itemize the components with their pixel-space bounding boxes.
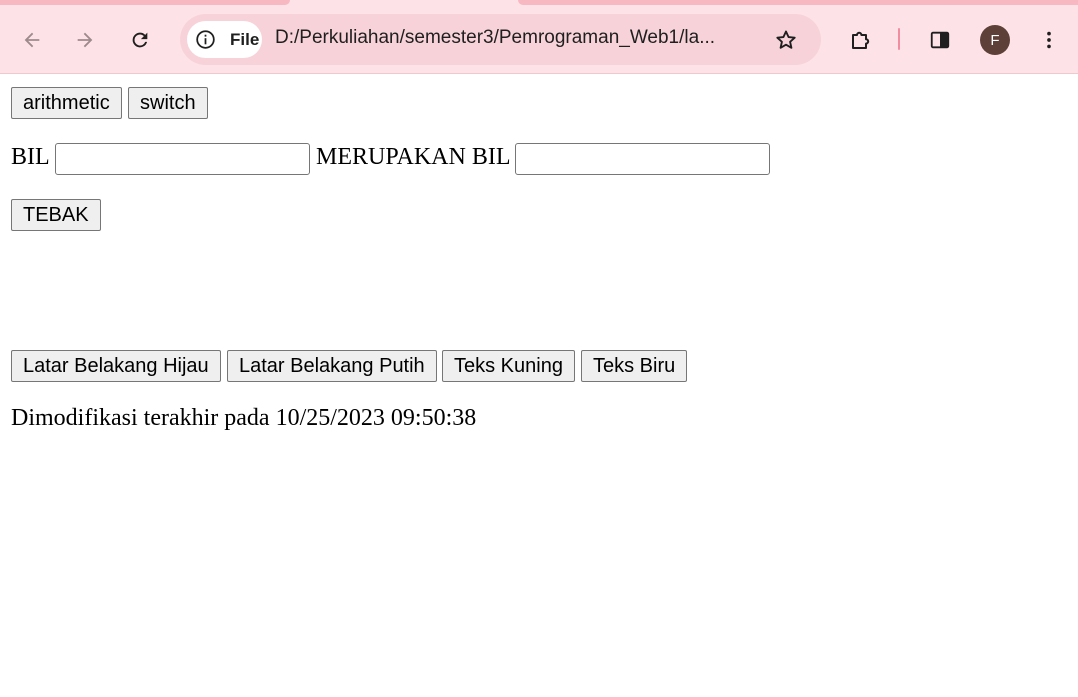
forward-button[interactable] [67,22,103,58]
blue-text-button[interactable]: Teks Biru [581,350,688,382]
tab-strip-right [518,0,1078,5]
side-panel-button[interactable] [922,22,958,58]
back-button[interactable] [14,22,50,58]
browser-toolbar: File D:/Perkuliahan/semester3/Pemrograma… [0,0,1078,74]
menu-button[interactable] [1031,22,1067,58]
info-icon [196,30,215,49]
file-chip-label: File [230,30,260,49]
bil-input[interactable] [55,143,310,175]
kebab-menu-icon [1047,31,1051,49]
avatar-letter: F [990,31,1000,49]
last-modified-text: Dimodifikasi terakhir pada 10/25/2023 09… [11,405,477,431]
bil-label: BIL [11,144,50,170]
white-background-button[interactable]: Latar Belakang Putih [227,350,437,382]
tebak-button[interactable]: TEBAK [11,199,101,231]
site-info-chip[interactable]: File [187,21,262,58]
result-input[interactable] [515,143,770,175]
tab-strip-left [0,0,290,5]
green-background-button[interactable]: Latar Belakang Hijau [11,350,221,382]
reload-icon [132,32,148,48]
puzzle-icon [852,31,870,49]
reload-button[interactable] [122,22,158,58]
yellow-text-button[interactable]: Teks Kuning [442,350,575,382]
arrow-right-icon [77,32,93,48]
address-bar[interactable]: File D:/Perkuliahan/semester3/Pemrograma… [180,14,821,65]
bookmark-button[interactable] [768,22,804,58]
merupakan-bil-label: MERUPAKAN BIL [316,144,511,170]
toolbar-divider [898,28,900,50]
arrow-left-icon [24,32,40,48]
profile-avatar[interactable]: F [980,25,1010,55]
side-panel-icon [930,31,950,49]
arithmetic-button[interactable]: arithmetic [11,87,122,119]
star-icon [776,30,796,49]
switch-button[interactable]: switch [128,87,208,119]
extensions-button[interactable] [843,22,879,58]
url-text[interactable]: D:/Perkuliahan/semester3/Pemrograman_Web… [275,27,715,49]
